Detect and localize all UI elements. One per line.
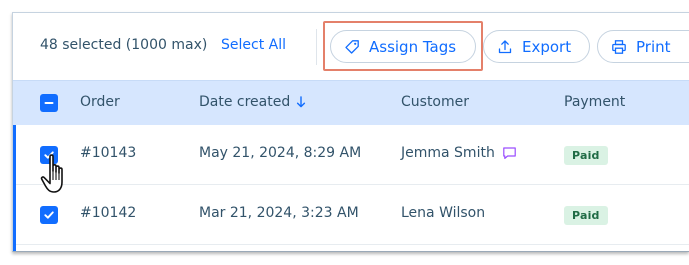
upload-icon <box>498 39 512 53</box>
payment-status-badge: Paid <box>564 206 608 225</box>
orders-panel: 48 selected (1000 max) Select All Assign… <box>12 12 689 252</box>
row-checkbox[interactable] <box>40 206 58 224</box>
table-row[interactable]: #10142 Mar 21, 2024, 3:23 AM Lena Wilson… <box>13 185 689 245</box>
order-date: May 21, 2024, 8:29 AM <box>199 145 362 161</box>
assign-tags-label: Assign Tags <box>369 37 457 56</box>
export-button[interactable]: Export <box>483 30 590 63</box>
customer-cell: Lena Wilson <box>401 205 485 221</box>
date-created-label: Date created <box>199 94 291 110</box>
minus-icon <box>44 102 54 104</box>
selection-indicator-bar <box>13 125 16 251</box>
table-header: Order Date created Customer Payment <box>13 80 689 125</box>
customer-name: Jemma Smith <box>401 145 495 161</box>
printer-icon <box>612 39 626 54</box>
table-row[interactable]: #10143 May 21, 2024, 8:29 AM Jemma Smith… <box>13 125 689 185</box>
customer-name: Lena Wilson <box>401 205 486 221</box>
tag-icon <box>345 39 359 54</box>
column-header-customer[interactable]: Customer <box>401 94 469 110</box>
select-all-checkbox[interactable] <box>40 94 58 112</box>
column-header-order[interactable]: Order <box>80 94 120 110</box>
customer-cell: Jemma Smith <box>401 145 517 161</box>
select-all-link[interactable]: Select All <box>221 37 286 53</box>
column-header-payment[interactable]: Payment <box>564 94 625 110</box>
bulk-actions-toolbar: 48 selected (1000 max) Select All Assign… <box>13 13 689 80</box>
checkmark-icon <box>44 211 54 219</box>
column-header-date-created[interactable]: Date created <box>199 94 306 110</box>
print-button[interactable]: Print <box>597 30 689 63</box>
hand-pointer-cursor-icon <box>40 154 63 193</box>
order-number: #10142 <box>80 205 137 221</box>
arrow-down-icon <box>297 96 306 108</box>
assign-tags-button[interactable]: Assign Tags <box>330 30 476 63</box>
order-number: #10143 <box>80 145 137 161</box>
export-label: Export <box>522 37 572 56</box>
message-icon[interactable] <box>502 146 517 160</box>
order-date: Mar 21, 2024, 3:23 AM <box>199 205 359 221</box>
selection-count: 48 selected (1000 max) <box>40 37 208 53</box>
print-label: Print <box>636 37 671 56</box>
payment-status-badge: Paid <box>564 146 608 165</box>
toolbar-divider <box>316 29 317 65</box>
